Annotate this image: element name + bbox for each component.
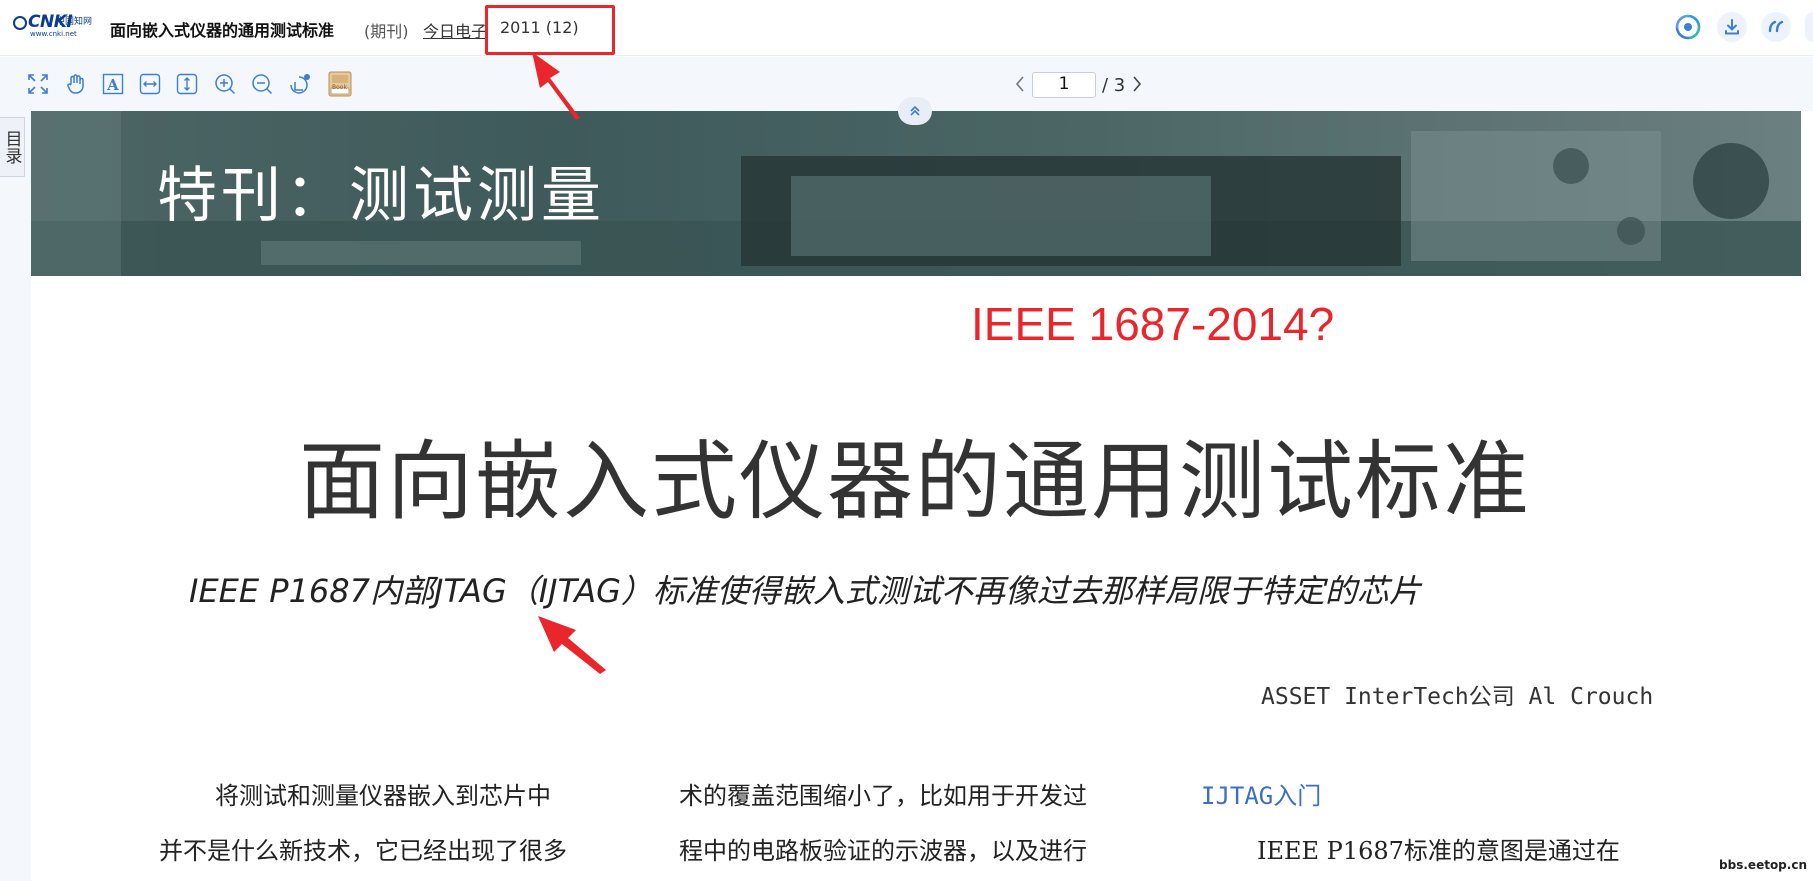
fullscreen-icon <box>28 74 48 94</box>
collapse-toolbar-button[interactable] <box>898 97 932 125</box>
document-type: (期刊) <box>364 22 409 41</box>
zoom-in-icon <box>215 74 236 95</box>
rotate-icon <box>290 74 310 94</box>
hand-icon <box>67 74 84 94</box>
article-title: 面向嵌入式仪器的通用测试标准 <box>299 432 1531 532</box>
chevron-right-icon <box>1133 75 1142 92</box>
text-column-1: 将测试和测量仪器嵌入到芯片中 并不是什么新技术，它已经出现了很多 <box>159 769 629 879</box>
watermark-text: bbs.eetop.cn <box>1719 858 1807 872</box>
article-subtitle: IEEE P1687内部JTAG（IJTAG）标准使得嵌入式测试不再像过去那样局… <box>189 572 1421 610</box>
left-rail <box>0 111 31 881</box>
banner-title: 特刊：测试测量 <box>157 161 605 231</box>
top-actions <box>1673 12 1813 42</box>
download-button[interactable] <box>1717 12 1747 42</box>
ai-assistant-icon[interactable] <box>1673 12 1703 42</box>
text-column-2: 术的覆盖范围缩小了，比如用于开发过 程中的电路板验证的示波器，以及进行 <box>679 769 1149 879</box>
logo-url-text: www.cnki.net <box>30 30 77 38</box>
rotate-button[interactable] <box>287 71 313 97</box>
globe-icon <box>13 16 27 30</box>
article-banner: 特刊：测试测量 <box>31 111 1801 276</box>
download-icon <box>1725 19 1739 35</box>
page-total: / 3 <box>1102 74 1126 96</box>
more-button-edge[interactable] <box>1805 12 1813 42</box>
hand-tool-button[interactable] <box>63 71 89 97</box>
toc-tab[interactable]: 目录 <box>0 117 25 177</box>
book-view-button[interactable]: Book <box>325 71 355 97</box>
paragraph-line: 将测试和测量仪器嵌入到芯片中 <box>215 782 551 810</box>
next-page-button[interactable] <box>1131 75 1143 96</box>
svg-text:A: A <box>106 76 119 94</box>
zoom-in-button[interactable] <box>212 71 238 97</box>
cnki-logo[interactable]: CNKI 中国知网 www.cnki.net <box>12 12 98 40</box>
logo-cn-text: 中国知网 <box>56 17 93 27</box>
paragraph-line: 程中的电路板验证的示波器，以及进行 <box>679 837 1087 865</box>
fit-height-button[interactable] <box>174 71 200 97</box>
paragraph-line: 并不是什么新技术，它已经出现了很多 <box>159 837 567 865</box>
quote-button[interactable] <box>1761 12 1791 42</box>
book-label: Book <box>332 84 347 91</box>
fit-width-button[interactable] <box>137 71 163 97</box>
prev-page-button[interactable] <box>1014 75 1026 96</box>
double-chevron-up-icon <box>910 105 920 116</box>
zoom-out-button[interactable] <box>249 71 275 97</box>
red-arrow-1 <box>532 52 580 120</box>
journal-link[interactable]: 今日电子 <box>423 18 487 42</box>
section-heading: IJTAG入门 <box>1201 782 1322 810</box>
text-select-button[interactable]: A <box>100 71 126 97</box>
page-navigator: 1 / 3 <box>1014 72 1143 98</box>
page-number-input[interactable]: 1 <box>1032 72 1096 98</box>
fit-width-icon <box>139 73 161 95</box>
zoom-out-icon <box>252 74 273 95</box>
fullscreen-button[interactable] <box>25 71 51 97</box>
fit-height-icon <box>176 73 198 95</box>
text-select-icon: A <box>102 73 124 95</box>
document-title: 面向嵌入式仪器的通用测试标准 <box>110 21 335 40</box>
quote-icon <box>1768 20 1784 33</box>
top-bar: CNKI 中国知网 www.cnki.net 面向嵌入式仪器的通用测试标准 (期… <box>0 0 1813 56</box>
chevron-left-icon <box>1015 75 1024 92</box>
annotation-text: IEEE 1687-2014? <box>971 298 1335 350</box>
paragraph-line: IEEE P1687标准的意图是通过在 <box>1257 837 1620 865</box>
article-author: ASSET InterTech公司 Al Crouch <box>1261 684 1654 710</box>
document-page: 特刊：测试测量 IEEE 1687-2014? 面向嵌入式仪器的通用测试标准 I… <box>31 111 1801 881</box>
text-column-3: IJTAG入门 IEEE P1687标准的意图是通过在 <box>1201 769 1671 879</box>
red-arrow-2 <box>538 616 606 674</box>
paragraph-line: 术的覆盖范围缩小了，比如用于开发过 <box>679 782 1087 810</box>
